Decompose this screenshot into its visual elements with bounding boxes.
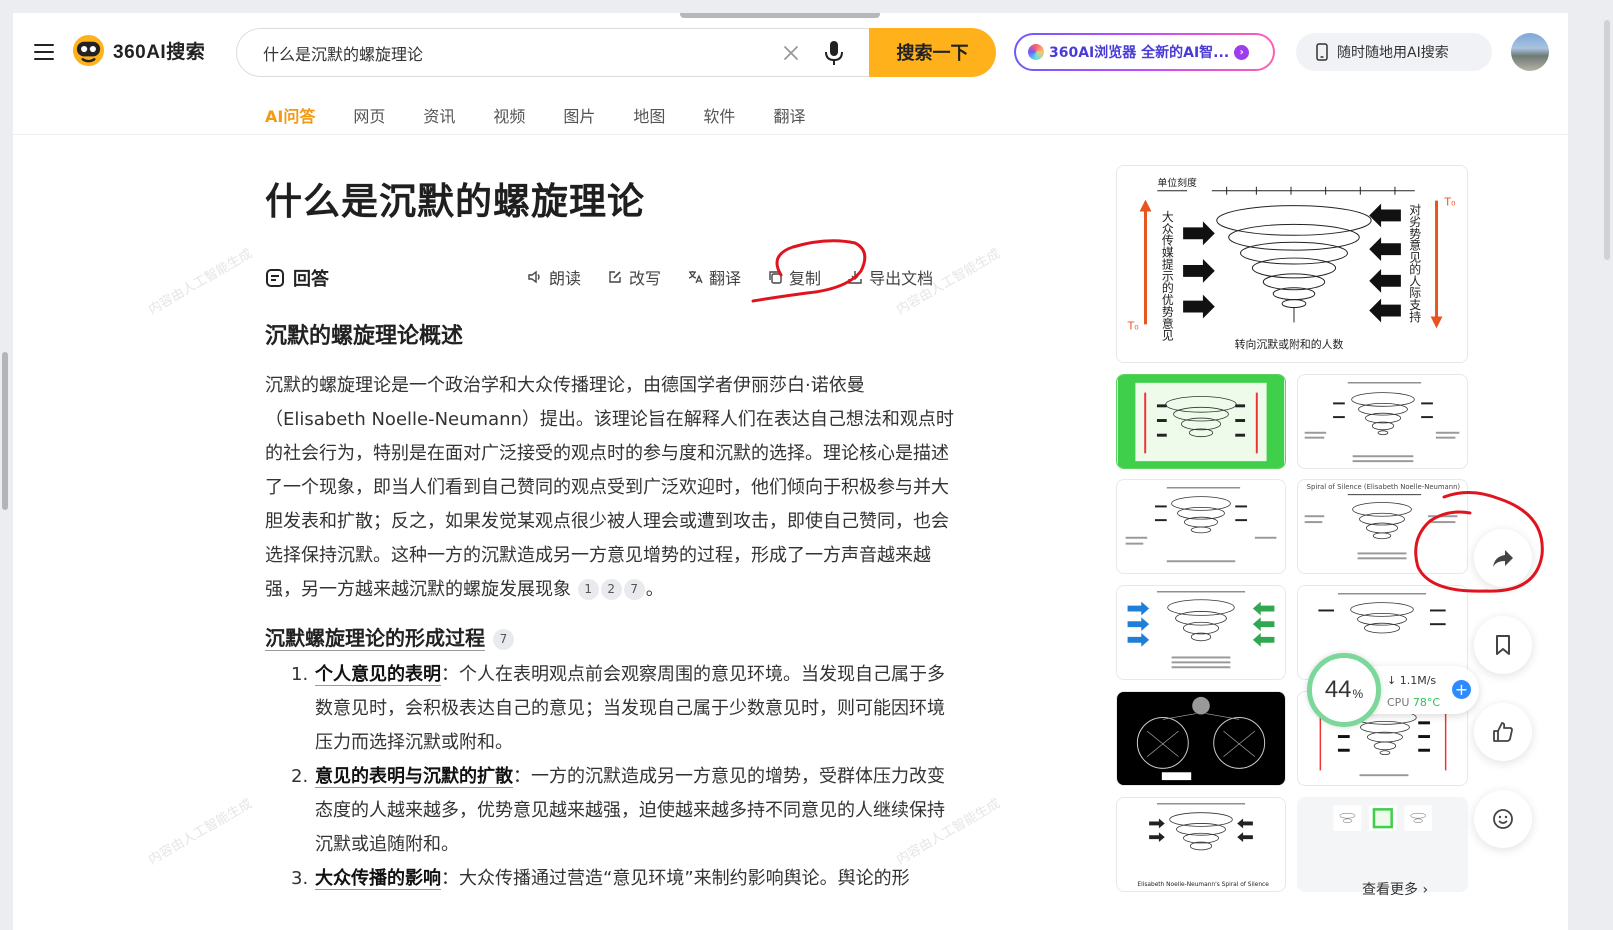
tab-ai-answer[interactable]: AI问答 — [265, 103, 315, 135]
tab-web[interactable]: 网页 — [353, 103, 385, 135]
network-speed: ↓ 1.1M/s — [1387, 674, 1437, 687]
search-button[interactable]: 搜索一下 — [869, 27, 996, 77]
search-tabs: AI问答 网页 资讯 视频 图片 地图 软件 翻译 — [265, 103, 843, 135]
promo-label: 360AI浏览器 全新的AI智... — [1049, 45, 1230, 61]
copy-button[interactable]: 复制 — [767, 265, 821, 289]
watermark: 内容由人工智能生成 — [146, 246, 255, 318]
overview-paragraph: 沉默的螺旋理论是一个政治学和大众传播理论，由德国学者伊丽莎白·诺依曼（Elisa… — [265, 369, 955, 607]
like-button[interactable] — [1474, 703, 1532, 761]
logo-icon — [72, 34, 105, 67]
edit-icon — [609, 271, 621, 283]
share-button[interactable] — [1474, 529, 1532, 587]
chevron-right-icon: › — [1234, 44, 1250, 60]
tab-video[interactable]: 视频 — [493, 103, 525, 135]
image-result-thumb[interactable] — [1116, 691, 1286, 786]
section-process-title: 沉默螺旋理论的形成过程 7 — [265, 622, 515, 651]
ai-browser-icon — [1028, 44, 1044, 60]
mobile-ai-search-button[interactable]: 随时随地用AI搜索 — [1296, 33, 1492, 71]
image-result-thumb[interactable] — [1116, 585, 1286, 680]
copy-icon — [769, 271, 782, 284]
rewrite-label: 改写 — [629, 269, 662, 288]
citation-badge[interactable]: 7 — [492, 629, 514, 650]
image-result-thumb[interactable]: Spiral of Silence (Elisabeth Noelle-Neum… — [1297, 479, 1468, 574]
tab-software[interactable]: 软件 — [703, 103, 735, 135]
avatar[interactable] — [1511, 33, 1549, 71]
header-divider — [13, 134, 1568, 135]
overview-text: 沉默的螺旋理论是一个政治学和大众传播理论，由德国学者伊丽莎白·诺依曼（Elisa… — [265, 375, 954, 600]
export-doc-label: 导出文档 — [869, 269, 934, 288]
image-result-thumb[interactable]: Elisabeth Noelle-Neumann's Spiral of Sil… — [1116, 797, 1286, 892]
bookmark-icon — [1496, 635, 1510, 655]
right-scrollbar[interactable] — [1602, 0, 1613, 930]
image-result-thumb[interactable] — [1297, 374, 1468, 469]
image-result-thumb[interactable] — [1116, 479, 1286, 574]
list-item: 2. 意见的表明与沉默的扩散：一方的沉默造成另一方意见的增势，受群体压力改变态度… — [291, 766, 945, 855]
see-more-link[interactable]: 查看更多 › — [1362, 879, 1428, 899]
clear-icon[interactable] — [780, 42, 802, 64]
menu-icon[interactable] — [34, 44, 54, 60]
thumb-caption-en: Spiral of Silence (Elisabeth Noelle-Neum… — [1307, 483, 1461, 491]
see-more-card[interactable] — [1297, 797, 1468, 892]
citation-badge[interactable]: 2 — [600, 579, 622, 600]
citation-badge[interactable]: 1 — [577, 579, 599, 600]
left-scrollbar[interactable] — [2, 352, 8, 510]
search-box: 搜索一下 — [236, 27, 996, 77]
citation-badge[interactable]: 7 — [623, 579, 645, 600]
list-item: 3. 大众传播的影响：大众传播通过营造“意见环境”来制约影响舆论。舆论的形 — [291, 868, 910, 890]
answer-toolbar: 朗读 改写 翻译 复制 导出文档 — [527, 265, 933, 289]
export-icon — [848, 271, 862, 284]
share-icon — [1493, 550, 1513, 567]
scrollbar-thumb[interactable] — [1604, 20, 1610, 260]
memory-usage-gauge: 44% — [1307, 653, 1381, 727]
window-drag-handle[interactable] — [680, 13, 880, 18]
tab-maps[interactable]: 地图 — [633, 103, 665, 135]
cpu-temp: CPU 78°C — [1387, 696, 1441, 709]
plus-icon[interactable]: + — [1452, 680, 1471, 699]
smile-icon — [1493, 809, 1513, 829]
main-left-label: 大众传媒提示的优势意见 — [1160, 210, 1174, 342]
translate-label: 翻译 — [709, 269, 742, 288]
tab-translate[interactable]: 翻译 — [773, 103, 805, 135]
main-t0-left: T₀ — [1127, 319, 1139, 332]
copy-label: 复制 — [789, 269, 822, 288]
read-aloud-button[interactable]: 朗读 — [527, 265, 581, 289]
mobile-label: 随时随地用AI搜索 — [1337, 45, 1449, 61]
answer-tab-label: 回答 — [293, 269, 329, 290]
logo[interactable]: 360AI搜索 — [72, 34, 205, 67]
export-doc-button[interactable]: 导出文档 — [847, 265, 933, 289]
thumbs-up-icon — [1493, 722, 1513, 742]
read-aloud-label: 朗读 — [549, 269, 582, 288]
thumb-caption-bottom: Elisabeth Noelle-Neumann's Spiral of Sil… — [1137, 882, 1269, 888]
answer-icon — [266, 269, 284, 287]
search-input[interactable] — [263, 39, 743, 67]
main-top-label: 单位刻度 — [1157, 176, 1197, 189]
phone-icon — [1316, 43, 1328, 61]
section-overview-title: 沉默的螺旋理论概述 — [265, 324, 464, 349]
page-title: 什么是沉默的螺旋理论 — [265, 180, 645, 223]
bookmark-button[interactable] — [1474, 616, 1532, 674]
image-result-main[interactable]: 单位刻度 T₀ 大众传媒提示的优势意见 T₀ 对劣势意见的人际支持 转向沉默或附… — [1116, 165, 1468, 363]
tab-images[interactable]: 图片 — [563, 103, 595, 135]
speaker-icon — [528, 270, 540, 284]
logo-text: 360AI搜索 — [113, 42, 206, 63]
translate-icon — [688, 271, 703, 284]
watermark: 内容由人工智能生成 — [146, 796, 255, 868]
process-list: 1. 个人意见的表明：个人在表明观点前会观察周围的意见环境。当发现自己属于多数意… — [291, 658, 961, 896]
system-monitor-widget[interactable]: 44% ↓ 1.1M/s CPU 78°C + — [1307, 653, 1479, 731]
image-result-thumb[interactable] — [1116, 374, 1286, 469]
answer-tab[interactable]: 回答 — [265, 265, 342, 291]
tab-news[interactable]: 资讯 — [423, 103, 455, 135]
main-right-label: 对劣势意见的人际支持 — [1408, 203, 1422, 323]
translate-button[interactable]: 翻译 — [687, 265, 741, 289]
main-bottom-label: 转向沉默或附和的人数 — [1235, 337, 1344, 351]
ai-browser-promo-button[interactable]: 360AI浏览器 全新的AI智... › — [1014, 33, 1275, 71]
main-t0-right: T₀ — [1443, 196, 1455, 209]
overview-end: 。 — [645, 579, 664, 600]
feedback-button[interactable] — [1474, 790, 1532, 848]
browser-page: 360AI搜索 搜索一下 360AI浏览器 全新的AI智... › 随时随地用A… — [13, 13, 1568, 930]
microphone-icon[interactable] — [823, 40, 845, 66]
list-item: 1. 个人意见的表明：个人在表明观点前会观察周围的意见环境。当发现自己属于多数意… — [291, 664, 945, 753]
rewrite-button[interactable]: 改写 — [607, 265, 661, 289]
